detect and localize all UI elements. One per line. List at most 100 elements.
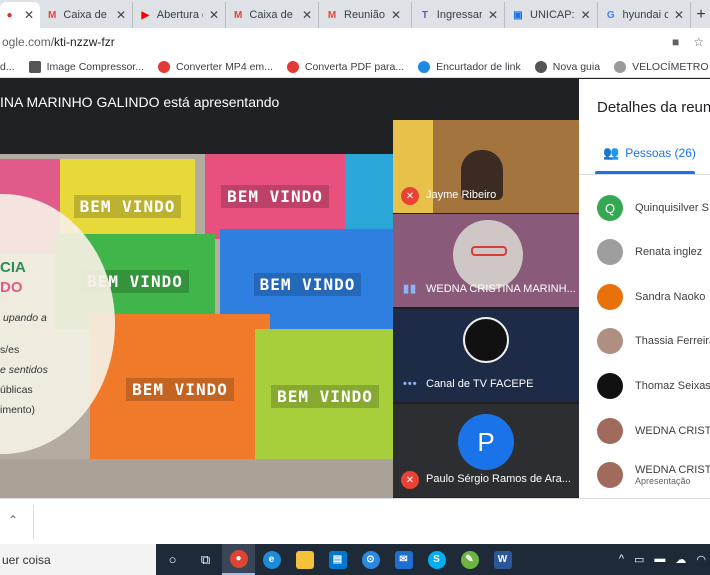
new-tab-button[interactable]: + [691, 2, 710, 28]
mail-icon[interactable]: ✉ [387, 544, 420, 575]
people-icon: 👥 [603, 145, 620, 160]
tab-label: UNICAP: [530, 9, 575, 21]
unicap-icon: ▣ [513, 9, 523, 21]
rug-lime: BEM VINDO [255, 329, 393, 464]
close-tab-icon[interactable]: ✕ [209, 8, 219, 22]
url-path: kti-nzzw-fzr [54, 35, 115, 49]
participant-list-item[interactable]: Thassia Ferreira [597, 327, 710, 355]
battery-icon[interactable]: ▬ [654, 553, 665, 566]
overlay-line: e sentidos [0, 364, 48, 376]
participant-list-item[interactable]: Q Quinquisilver S [597, 194, 709, 222]
avatar [597, 462, 623, 488]
edge-icon[interactable]: e [255, 544, 288, 575]
meeting-details-panel: Detalhes da reunião 👥 Pessoas (26) Q Qui… [579, 79, 710, 498]
paint-icon[interactable]: ✎ [453, 544, 486, 575]
bookmark-label: Image Compressor... [46, 60, 145, 73]
presenting-banner: INA MARINHO GALINDO está apresentando [0, 94, 280, 110]
tab-google-hyundai[interactable]: G hyundai c ✕ [598, 2, 691, 28]
close-tab-icon[interactable]: ✕ [24, 8, 34, 22]
cloud-icon[interactable]: ☁ [675, 553, 686, 566]
bookmarks-bar: d... Image Compressor... Converter MP4 e… [0, 56, 710, 78]
wifi-icon[interactable]: ◠ [696, 553, 706, 566]
device-icon[interactable]: ▭ [634, 553, 644, 566]
tab-teams[interactable]: T Ingressar ✕ [412, 2, 505, 28]
record-icon: ● [6, 9, 13, 21]
close-tab-icon[interactable]: ✕ [302, 8, 312, 22]
participant-tile[interactable]: ✕ Jayme Ribeiro [393, 120, 579, 213]
obs-logo-icon [463, 317, 509, 363]
bookmark-item[interactable]: d... [0, 61, 15, 73]
bookmark-item[interactable]: Nova guia [534, 60, 600, 73]
participant-list-name: Sandra Naoko [635, 291, 706, 303]
bookmark-item[interactable]: Image Compressor... [28, 60, 145, 73]
tab-youtube[interactable]: ▶ Abertura c ✕ [133, 2, 226, 28]
tab-label: hyundai c [622, 9, 668, 21]
participant-list-item[interactable]: Sandra Naoko [597, 283, 705, 311]
gmail-icon: M [48, 9, 57, 21]
bookmark-item[interactable]: Converta PDF para... [286, 60, 404, 73]
downloads-bar: ⌃ [0, 498, 710, 544]
file-explorer-icon[interactable] [288, 544, 321, 575]
tab-unicap[interactable]: ▣ UNICAP: ✕ [505, 2, 598, 28]
chevron-up-icon[interactable]: ⌃ [8, 513, 18, 527]
speaking-indicator-icon: ••• [403, 378, 418, 390]
participant-list-item[interactable]: Thomaz Seixas [597, 372, 710, 400]
chevron-up-icon[interactable]: ^ [619, 553, 624, 566]
tab-label: Caixa de e [249, 9, 296, 21]
skype-icon[interactable]: S [420, 544, 453, 575]
taskbar-search-input[interactable]: uer coisa [0, 544, 156, 575]
close-tab-icon[interactable]: ✕ [488, 8, 498, 22]
overlay-heading-2: DO [0, 279, 23, 296]
browser-tab-strip: ● ✕ M Caixa de e ✕ ▶ Abertura c ✕ M Caix… [0, 0, 710, 28]
close-tab-icon[interactable]: ✕ [116, 8, 126, 22]
avatar [597, 373, 623, 399]
participant-tile[interactable]: ▮▮ WEDNA CRISTINA MARINH... [393, 214, 579, 307]
speaking-indicator-icon: ▮▮ [403, 283, 418, 295]
tab-active-meet[interactable]: ● ✕ [0, 2, 40, 28]
star-icon[interactable]: ☆ [693, 35, 704, 49]
tab-gmail-reuniao[interactable]: M Reunião ✕ [319, 2, 412, 28]
bookmark-label: VELOCÍMETRO - Te... [632, 60, 710, 73]
participant-name: Paulo Sérgio Ramos de Ara... [426, 473, 571, 485]
word-icon[interactable]: W [486, 544, 519, 575]
heart-icon [286, 60, 299, 73]
rug-orange: BEM VINDO [90, 314, 270, 464]
bookmark-item[interactable]: Converter MP4 em... [158, 60, 273, 73]
rug-cyan-top [345, 154, 393, 234]
tab-gmail-1[interactable]: M Caixa de e ✕ [40, 2, 133, 28]
task-view-icon[interactable]: ⧉ [189, 544, 222, 575]
participant-tiles: ✕ Jayme Ribeiro ▮▮ WEDNA CRISTINA MARINH… [393, 120, 579, 498]
presentation-slide[interactable]: BEM VINDO BEM VINDO BEM VINDO BEM VINDO … [0, 154, 393, 543]
image-icon [28, 60, 41, 73]
tab-label: Caixa de e [63, 9, 110, 21]
avatar [597, 239, 623, 265]
browser-icon[interactable]: ⊙ [354, 544, 387, 575]
participant-tile[interactable]: ••• Canal de TV FACEPE [393, 309, 579, 402]
close-tab-icon[interactable]: ✕ [674, 8, 684, 22]
participant-list-name: Quinquisilver S [635, 202, 709, 214]
participant-name: Canal de TV FACEPE [426, 378, 534, 390]
tab-gmail-2[interactable]: M Caixa de e ✕ [226, 2, 319, 28]
participant-list-item[interactable]: Renata inglez [597, 238, 702, 266]
participant-list-item[interactable]: WEDNA CRISTI [597, 417, 710, 445]
camera-icon[interactable]: ■ [672, 35, 679, 49]
participant-tile[interactable]: P ✕ Paulo Sérgio Ramos de Ara... [393, 404, 579, 497]
avatar [597, 328, 623, 354]
speedometer-icon [614, 60, 627, 73]
bookmark-item[interactable]: VELOCÍMETRO - Te... [614, 60, 710, 73]
avatar: P [458, 414, 514, 470]
close-tab-icon[interactable]: ✕ [581, 8, 591, 22]
store-icon[interactable]: ▤ [321, 544, 354, 575]
bookmark-item[interactable]: Encurtador de link [418, 60, 521, 73]
cortana-icon[interactable]: ○ [156, 544, 189, 575]
rug-label: BEM VINDO [73, 195, 182, 218]
url-text[interactable]: ogle.com/kti-nzzw-fzr [2, 35, 115, 49]
address-bar[interactable]: ogle.com/kti-nzzw-fzr ■ ☆ [0, 28, 710, 56]
participant-role: Apresentação [635, 476, 691, 486]
tab-people[interactable]: 👥 Pessoas (26) [603, 145, 696, 161]
chrome-icon[interactable]: ● [222, 544, 255, 575]
overlay-heading-1: CIA [0, 259, 26, 276]
participant-list-item[interactable]: WEDNA CRISTI Apresentação [597, 461, 710, 489]
divider [579, 174, 710, 175]
close-tab-icon[interactable]: ✕ [391, 8, 401, 22]
